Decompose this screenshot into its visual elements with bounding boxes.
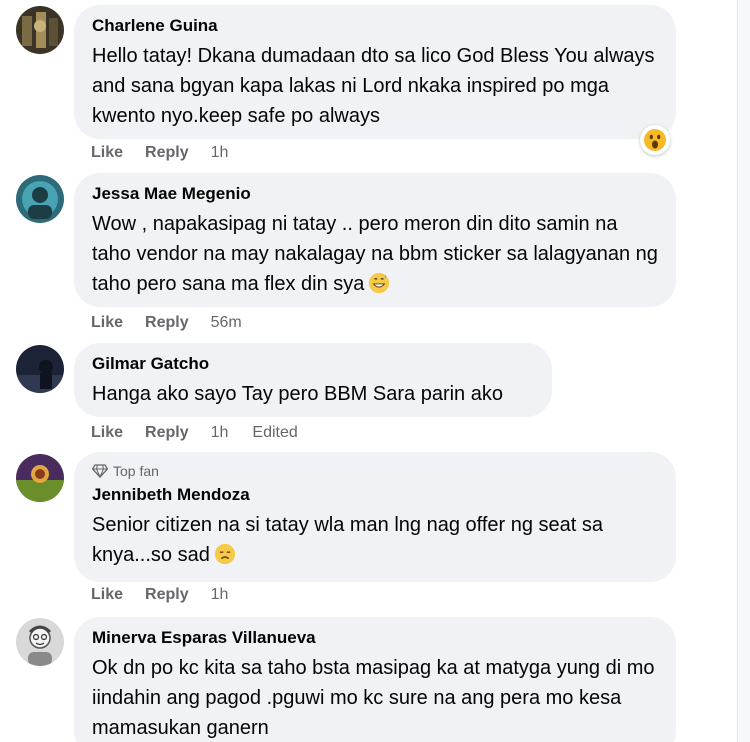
wow-reaction-icon[interactable] bbox=[640, 125, 670, 155]
avatar[interactable] bbox=[16, 454, 64, 502]
badge-label: Top fan bbox=[113, 463, 159, 479]
comment-text: Senior citizen na si tatay wla man lng n… bbox=[92, 510, 658, 570]
comment-actions: Like Reply 1h bbox=[91, 584, 252, 606]
comment-timestamp[interactable]: 1h bbox=[211, 144, 229, 162]
avatar[interactable] bbox=[16, 345, 64, 393]
comment-bubble: Jessa Mae Megenio Wow , napakasipag ni t… bbox=[74, 173, 676, 307]
comment-author[interactable]: Jennibeth Mendoza bbox=[92, 484, 658, 506]
comment-bubble: Gilmar Gatcho Hanga ako sayo Tay pero BB… bbox=[74, 343, 552, 417]
comment-text-content: Senior citizen na si tatay wla man lng n… bbox=[92, 514, 604, 566]
comment-text: Wow , napakasipag ni tatay .. pero meron… bbox=[92, 209, 658, 299]
comment-timestamp[interactable]: 1h bbox=[211, 586, 229, 604]
comment-bubble: Minerva Esparas Villanueva Ok dn po kc k… bbox=[74, 617, 676, 742]
comment-author[interactable]: Gilmar Gatcho bbox=[92, 353, 534, 375]
comment-author[interactable]: Charlene Guina bbox=[92, 15, 658, 37]
comments-panel: Charlene Guina Hello tatay! Dkana dumada… bbox=[0, 0, 750, 742]
comment-bubble: Charlene Guina Hello tatay! Dkana dumada… bbox=[74, 5, 676, 139]
avatar[interactable] bbox=[16, 6, 64, 54]
comment-text: Ok dn po kc kita sa taho bsta masipag ka… bbox=[92, 657, 655, 739]
scrollbar[interactable] bbox=[737, 0, 750, 742]
comment-text: Hanga ako sayo Tay pero BBM Sara parin a… bbox=[92, 383, 503, 405]
avatar[interactable] bbox=[16, 618, 64, 666]
comment-actions: Like Reply 1h Edited bbox=[91, 422, 298, 444]
like-button[interactable]: Like bbox=[91, 586, 123, 604]
edited-label[interactable]: Edited bbox=[252, 424, 297, 442]
comment-timestamp[interactable]: 1h bbox=[211, 424, 229, 442]
reply-button[interactable]: Reply bbox=[145, 314, 189, 332]
reply-button[interactable]: Reply bbox=[145, 586, 189, 604]
grinning-sweat-emoji bbox=[369, 272, 390, 294]
comment-text: Hello tatay! Dkana dumadaan dto sa lico … bbox=[92, 45, 655, 127]
like-button[interactable]: Like bbox=[91, 144, 123, 162]
diamond-icon bbox=[92, 464, 108, 478]
sad-face-emoji bbox=[214, 543, 235, 565]
comment-author[interactable]: Jessa Mae Megenio bbox=[92, 183, 658, 205]
comment-actions: Like Reply 1h bbox=[91, 142, 252, 164]
comment-actions: Like Reply 56m bbox=[91, 312, 266, 334]
reply-button[interactable]: Reply bbox=[145, 424, 189, 442]
reply-button[interactable]: Reply bbox=[145, 144, 189, 162]
comment-timestamp[interactable]: 56m bbox=[211, 314, 242, 332]
like-button[interactable]: Like bbox=[91, 424, 123, 442]
avatar[interactable] bbox=[16, 175, 64, 223]
top-fan-badge[interactable]: Top fan bbox=[92, 462, 658, 480]
like-button[interactable]: Like bbox=[91, 314, 123, 332]
comment-author[interactable]: Minerva Esparas Villanueva bbox=[92, 627, 658, 649]
comment-bubble: Top fan Jennibeth Mendoza Senior citizen… bbox=[74, 452, 676, 582]
